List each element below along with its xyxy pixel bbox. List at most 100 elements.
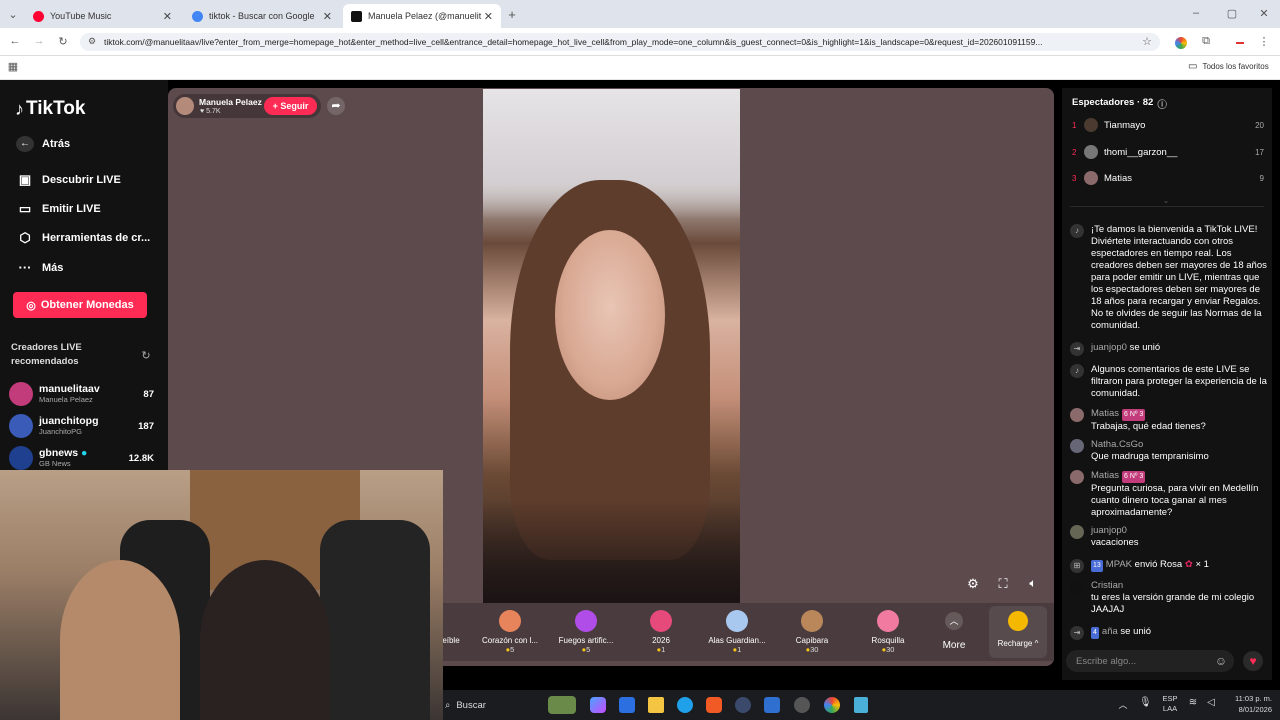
expand-chevron-icon[interactable]: ⌄ (1160, 196, 1172, 205)
settings-icon[interactable]: ⚙ (966, 576, 980, 592)
tiktok-logo[interactable]: ♪ TikTok (15, 98, 85, 120)
viewers-header[interactable]: Espectadores · 82 ⓘ (1072, 97, 1167, 111)
chat-username[interactable]: MPAK (1106, 559, 1132, 570)
tray-chevron-icon[interactable]: ︿ (1117, 698, 1129, 711)
like-heart-icon[interactable]: ♥ (1243, 651, 1263, 671)
nav-more[interactable]: ··· Más (16, 260, 166, 275)
more-icon: ··· (18, 260, 32, 275)
volume-tray-icon[interactable]: ◁ (1205, 697, 1217, 708)
fullscreen-icon[interactable]: ⛶ (996, 576, 1010, 592)
chat-username[interactable]: Matias (1091, 470, 1119, 481)
creator-row[interactable]: manuelitaav Manuela Pelaez 87 (9, 380, 154, 408)
tab-google-search[interactable]: tiktok - Buscar con Google ✕ (184, 4, 340, 28)
nav-discover-live[interactable]: ▣ Descubrir LIVE (16, 172, 166, 188)
avatar[interactable] (1070, 525, 1084, 539)
welcome-text: ¡Te damos la bienvenida a TikTok LIVE! D… (1091, 224, 1267, 331)
minimize-icon[interactable]: – (1190, 7, 1202, 19)
top-viewer-row[interactable]: 3 Matias 9 (1072, 171, 1264, 185)
widget-icon[interactable] (548, 696, 576, 714)
back-icon[interactable]: ← (8, 35, 22, 47)
creator-row[interactable]: juanchitopg JuanchitoPG 187 (9, 412, 154, 440)
close-tab-icon[interactable]: ✕ (323, 10, 332, 23)
close-window-icon[interactable]: ✕ (1258, 7, 1270, 20)
back-arrow-icon: ← (16, 136, 34, 152)
gift-item[interactable]: Fuegos artific... ●5 (548, 608, 624, 654)
avatar[interactable] (1070, 439, 1084, 453)
edge-icon[interactable] (677, 697, 693, 713)
extension-icon[interactable] (1175, 37, 1187, 49)
obs-icon[interactable] (794, 697, 810, 713)
creator-subname: Manuela Pelaez (39, 395, 93, 404)
gift-item[interactable]: Alas Guardian... ●1 (699, 608, 775, 654)
share-icon[interactable]: ➦ (327, 97, 345, 115)
brave-icon[interactable] (706, 697, 722, 713)
tab-list-chevron-icon[interactable]: ⌄ (6, 8, 20, 21)
maximize-icon[interactable]: ▢ (1226, 7, 1238, 20)
nav-creator-tools[interactable]: ⬡ Herramientas de cr... (16, 230, 166, 246)
chat-message: juanjop0 vacaciones (1070, 525, 1268, 549)
nav-go-live[interactable]: ▭ Emitir LIVE (16, 201, 166, 217)
mail-icon[interactable] (764, 697, 780, 713)
top-viewer-row[interactable]: 2 thomi__garzon__ 17 (1072, 145, 1264, 159)
avatar[interactable] (1070, 580, 1084, 594)
chat-username[interactable]: juanjop0 (1091, 342, 1127, 353)
recharge-button[interactable]: Recharge ^ (989, 606, 1047, 658)
nav-back[interactable]: ← Atrás (16, 136, 166, 152)
chat-username[interactable]: aña (1102, 626, 1118, 637)
top-viewer-row[interactable]: 1 Tianmayo 20 (1072, 118, 1264, 132)
forward-icon[interactable]: → (32, 35, 46, 47)
wifi-icon[interactable]: ≋ (1187, 697, 1199, 708)
volume-icon[interactable]: 🔈︎ (1026, 576, 1040, 591)
profile-icon[interactable] (1236, 42, 1244, 44)
chat-username[interactable]: Matias (1091, 408, 1119, 419)
tools-icon: ⬡ (19, 230, 31, 245)
tab-tiktok-live[interactable]: Manuela Pelaez (@manuelit ✕ (343, 4, 501, 28)
url-field[interactable]: tiktok.com/@manuelitaav/live?enter_from_… (80, 33, 1160, 51)
reload-icon[interactable]: ↻ (56, 35, 70, 48)
apps-grid-icon[interactable]: ▦ (7, 60, 19, 73)
gift-name: Fuegos artific... (558, 636, 614, 645)
rank: 2 (1072, 147, 1077, 157)
host-avatar[interactable] (176, 97, 194, 115)
more-gifts-button[interactable]: ︿ More (938, 612, 970, 651)
store-icon[interactable] (619, 697, 635, 713)
language-indicator[interactable]: ESP LAA (1160, 694, 1180, 714)
emoji-icon[interactable]: ☺ (1214, 654, 1228, 668)
menu-kebab-icon[interactable]: ⋮ (1258, 35, 1270, 48)
gift-name: Capibara (795, 636, 829, 645)
file-explorer-icon[interactable] (648, 697, 664, 713)
gift-item[interactable]: 2026 ●1 (623, 608, 699, 654)
tab-youtube-music[interactable]: YouTube Music ✕ (25, 4, 180, 28)
app-icon[interactable] (735, 697, 751, 713)
chrome-icon[interactable] (824, 697, 840, 713)
microphone-icon[interactable]: 🎙︎ (1139, 697, 1152, 708)
taskbar-search[interactable]: ⌕ Buscar (443, 695, 543, 715)
bookmark-star-icon[interactable]: ☆ (1140, 35, 1154, 48)
avatar[interactable] (1070, 470, 1084, 484)
refresh-icon[interactable]: ↻ (140, 349, 152, 362)
gift-item[interactable]: Rosquilla ●30 (850, 608, 926, 654)
avatar[interactable] (1070, 408, 1084, 422)
chat-username[interactable]: Cristian (1091, 580, 1123, 591)
extensions-puzzle-icon[interactable]: ⧉ (1199, 35, 1213, 48)
chat-username[interactable]: juanjop0 (1091, 525, 1127, 536)
all-bookmarks-button[interactable]: ▭ Todos los favoritos (1188, 61, 1269, 72)
copilot-icon[interactable] (590, 697, 606, 713)
gift-item[interactable]: Corazón con l... ●5 (472, 608, 548, 654)
notepad-icon[interactable] (854, 697, 868, 713)
close-tab-icon[interactable]: ✕ (484, 10, 493, 23)
youtube-music-favicon-icon (33, 10, 44, 22)
new-tab-plus-icon[interactable]: + (506, 7, 518, 22)
site-settings-icon[interactable]: ⚙ (86, 36, 98, 47)
chat-username[interactable]: Natha.CsGo (1091, 439, 1143, 450)
creator-row[interactable]: gbnews ● GB News 12.8K (9, 444, 154, 472)
avatar (9, 382, 33, 406)
clock[interactable]: 11:03 p. m. 8/01/2026 (1222, 693, 1272, 715)
get-coins-button[interactable]: ◎ Obtener Monedas (13, 292, 147, 318)
gift-item[interactable]: Capibara ●30 (774, 608, 850, 654)
close-tab-icon[interactable]: ✕ (163, 10, 172, 23)
chat-input[interactable]: Escribe algo... (1066, 650, 1234, 672)
follow-button[interactable]: + Seguir (264, 97, 317, 115)
host-name[interactable]: Manuela Pelaez (199, 97, 262, 107)
gift-count: × 1 (1195, 559, 1209, 570)
